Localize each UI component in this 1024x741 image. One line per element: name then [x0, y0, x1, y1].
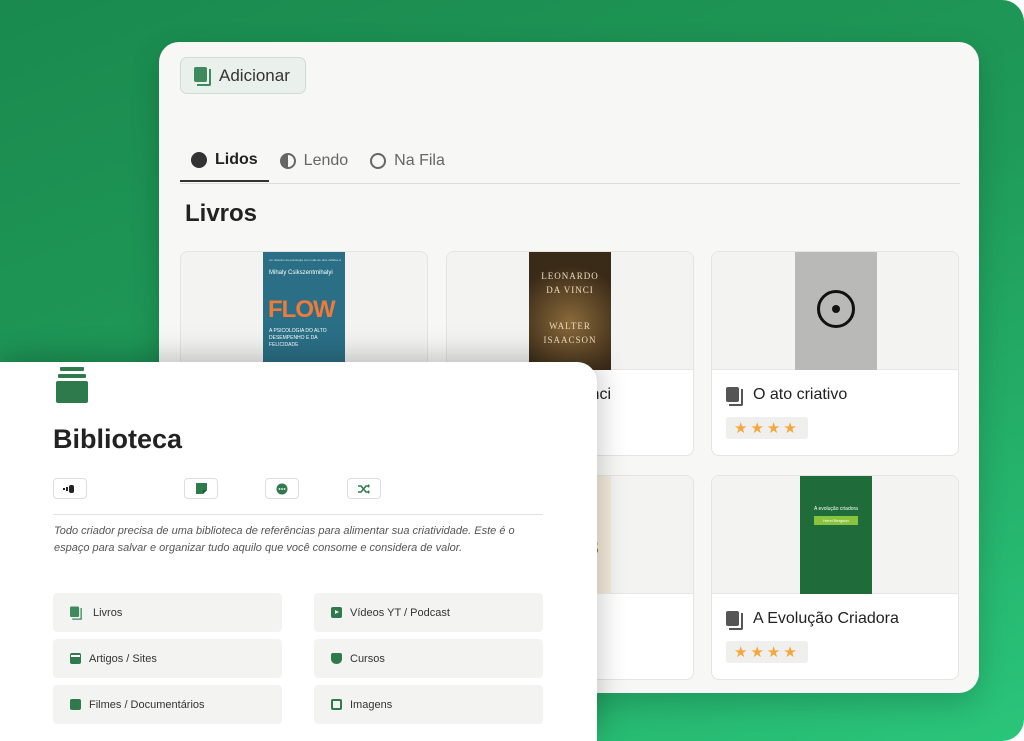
tab-label: Lendo: [303, 152, 349, 169]
nav-label: Artigos / Sites: [89, 652, 157, 665]
cover-author-line: WALTER: [549, 321, 591, 331]
nav-cursos[interactable]: Cursos: [314, 639, 543, 678]
cover-author: Henri Bergson: [814, 516, 858, 525]
status-tabs: Lidos Lendo Na Fila: [180, 140, 960, 184]
play-icon: [331, 607, 342, 618]
cover-area: [712, 252, 958, 370]
book-cover: LEONARDO DA VINCI WALTER ISAACSON: [529, 252, 611, 370]
note-icon[interactable]: [184, 478, 218, 499]
image-icon: [331, 699, 342, 710]
filled-circle-icon: [191, 152, 207, 168]
cover-author-line: ISAACSON: [543, 335, 597, 345]
graduation-cap-icon: [331, 653, 342, 664]
card-title: O ato criativo: [753, 386, 848, 403]
book-cover: [795, 252, 877, 370]
description: Todo criador precisa de uma biblioteca d…: [54, 525, 515, 554]
window-icon: [70, 653, 81, 664]
nav-label: Imagens: [350, 698, 393, 711]
tab-lidos[interactable]: Lidos: [180, 140, 269, 182]
star-rating: ★★★★: [726, 417, 808, 439]
cover-title: A evolução criadora: [814, 506, 858, 512]
book-card[interactable]: A evolução criadora Henri Bergson A Evol…: [711, 475, 959, 680]
book-icon: [70, 606, 82, 620]
nav-livros[interactable]: Livros: [53, 593, 282, 632]
nav-imagens[interactable]: Imagens: [314, 685, 543, 724]
cover-title: FLOW: [268, 296, 336, 323]
stage: Adicionar Lidos Lendo Na Fila Livros um …: [0, 0, 1024, 741]
cover-dot: [832, 305, 840, 313]
add-button-label: Adicionar: [219, 65, 290, 85]
card-title: A Evolução Criadora: [753, 610, 899, 627]
page-title: Livros: [185, 200, 258, 227]
cover-title-line: LEONARDO: [541, 271, 599, 281]
tab-na-fila[interactable]: Na Fila: [359, 140, 456, 182]
chat-icon[interactable]: [265, 478, 299, 499]
card-title-row: A Evolução Criadora: [712, 594, 958, 630]
nav-label: Vídeos YT / Podcast: [350, 606, 450, 619]
book-cover: A evolução criadora Henri Bergson: [800, 476, 872, 594]
shuffle-icon[interactable]: [347, 478, 381, 499]
cover-subtitle: A PSICOLOGIA DO ALTO DESEMPENHO E DA FEL…: [269, 328, 327, 348]
half-circle-icon: [279, 153, 296, 169]
nav-artigos[interactable]: Artigos / Sites: [53, 639, 282, 678]
book-cover: um clássico da psicologia com mais de do…: [263, 252, 345, 370]
book-icon: [726, 386, 743, 406]
library-stack-icon: [56, 367, 88, 403]
cover-title-line: DA VINCI: [546, 285, 594, 295]
cover-area: um clássico da psicologia com mais de do…: [181, 252, 427, 370]
nav-filmes[interactable]: Filmes / Documentários: [53, 685, 282, 724]
add-button[interactable]: Adicionar: [180, 57, 306, 94]
cover-area: A evolução criadora Henri Bergson: [712, 476, 958, 594]
empty-circle-icon: [370, 153, 387, 169]
card-title-row: O ato criativo: [712, 370, 958, 406]
cover-area: LEONARDO DA VINCI WALTER ISAACSON: [447, 252, 693, 370]
cover-author: Mihaly Csikszentmihalyi: [269, 270, 333, 276]
film-camera-icon: [70, 699, 81, 710]
nav-label: Cursos: [350, 652, 385, 665]
book-icon: [194, 67, 211, 86]
tab-label: Na Fila: [394, 152, 445, 169]
cover-tagline: um clássico da psicologia com mais de do…: [269, 258, 341, 262]
page-title: Biblioteca: [53, 424, 183, 454]
nav-videos[interactable]: Vídeos YT / Podcast: [314, 593, 543, 632]
library-window: Biblioteca Todo criador precisa de uma b…: [0, 362, 597, 741]
star-rating: ★★★★: [726, 641, 808, 663]
nav-label: Filmes / Documentários: [89, 698, 205, 711]
tab-label: Lidos: [215, 151, 258, 168]
book-icon: [726, 610, 743, 630]
nav-label: Livros: [93, 606, 123, 619]
tab-lendo[interactable]: Lendo: [269, 140, 360, 182]
book-card[interactable]: O ato criativo ★★★★: [711, 251, 959, 456]
divider: [53, 514, 543, 515]
audio-icon[interactable]: [53, 478, 87, 499]
